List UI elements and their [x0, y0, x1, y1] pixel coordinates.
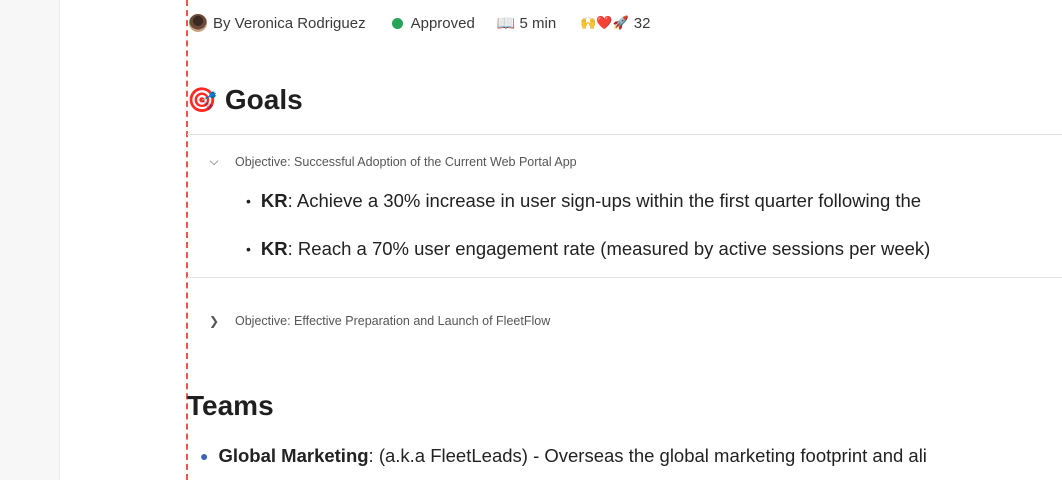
objective-toggle-2[interactable]: ❯ Objective: Effective Preparation and L…: [206, 314, 550, 328]
bullet-icon: ●: [200, 448, 209, 464]
goals-title: Goals: [224, 84, 303, 115]
reactions[interactable]: 🙌❤️🚀 32: [580, 15, 650, 32]
author-avatar[interactable]: [189, 14, 207, 32]
page-meta-row: By Veronica Rodriguez Approved 📖 5 min 🙌…: [189, 12, 650, 34]
reactions-count: 32: [633, 14, 651, 32]
objective-toggle-1[interactable]: ⌵ Objective: Successful Adoption of the …: [206, 154, 577, 169]
team-name: Global Marketing: [218, 445, 369, 466]
teams-heading: Teams: [187, 390, 274, 421]
status-dot-icon: [391, 17, 403, 29]
team-list-item: ● Global Marketing : (a.k.a FleetLeads) …: [200, 445, 927, 467]
status-badge[interactable]: Approved: [411, 15, 475, 32]
left-rail: [0, 0, 60, 480]
book-icon: 📖: [496, 15, 516, 32]
goals-heading: 🎯 Goals: [187, 84, 303, 116]
team-description: : (a.k.a FleetLeads) - Overseas the glob…: [368, 445, 927, 466]
target-icon: 🎯: [187, 86, 217, 114]
kr-text: : Achieve a 30% increase in user sign-up…: [287, 190, 922, 211]
divider: [187, 134, 1062, 135]
author-name[interactable]: By Veronica Rodriguez: [213, 15, 366, 32]
reaction-emoji-icons[interactable]: 🙌❤️🚀: [580, 15, 629, 31]
objective-label: Objective: Effective Preparation and Lau…: [235, 314, 551, 328]
chevron-down-icon[interactable]: ⌵: [206, 154, 222, 169]
bullet-icon: •: [246, 241, 251, 257]
key-result-item: • KR : Reach a 70% user engagement rate …: [246, 238, 930, 260]
kr-text: : Reach a 70% user engagement rate (meas…: [287, 238, 931, 259]
divider: [187, 277, 1062, 278]
bullet-icon: •: [246, 193, 251, 209]
objective-label: Objective: Successful Adoption of the Cu…: [235, 154, 577, 169]
key-result-item: • KR : Achieve a 30% increase in user si…: [246, 190, 921, 212]
read-time: 5 min: [519, 14, 557, 32]
kr-prefix: KR: [260, 238, 288, 259]
chevron-right-icon[interactable]: ❯: [206, 314, 222, 328]
kr-prefix: KR: [260, 190, 288, 211]
